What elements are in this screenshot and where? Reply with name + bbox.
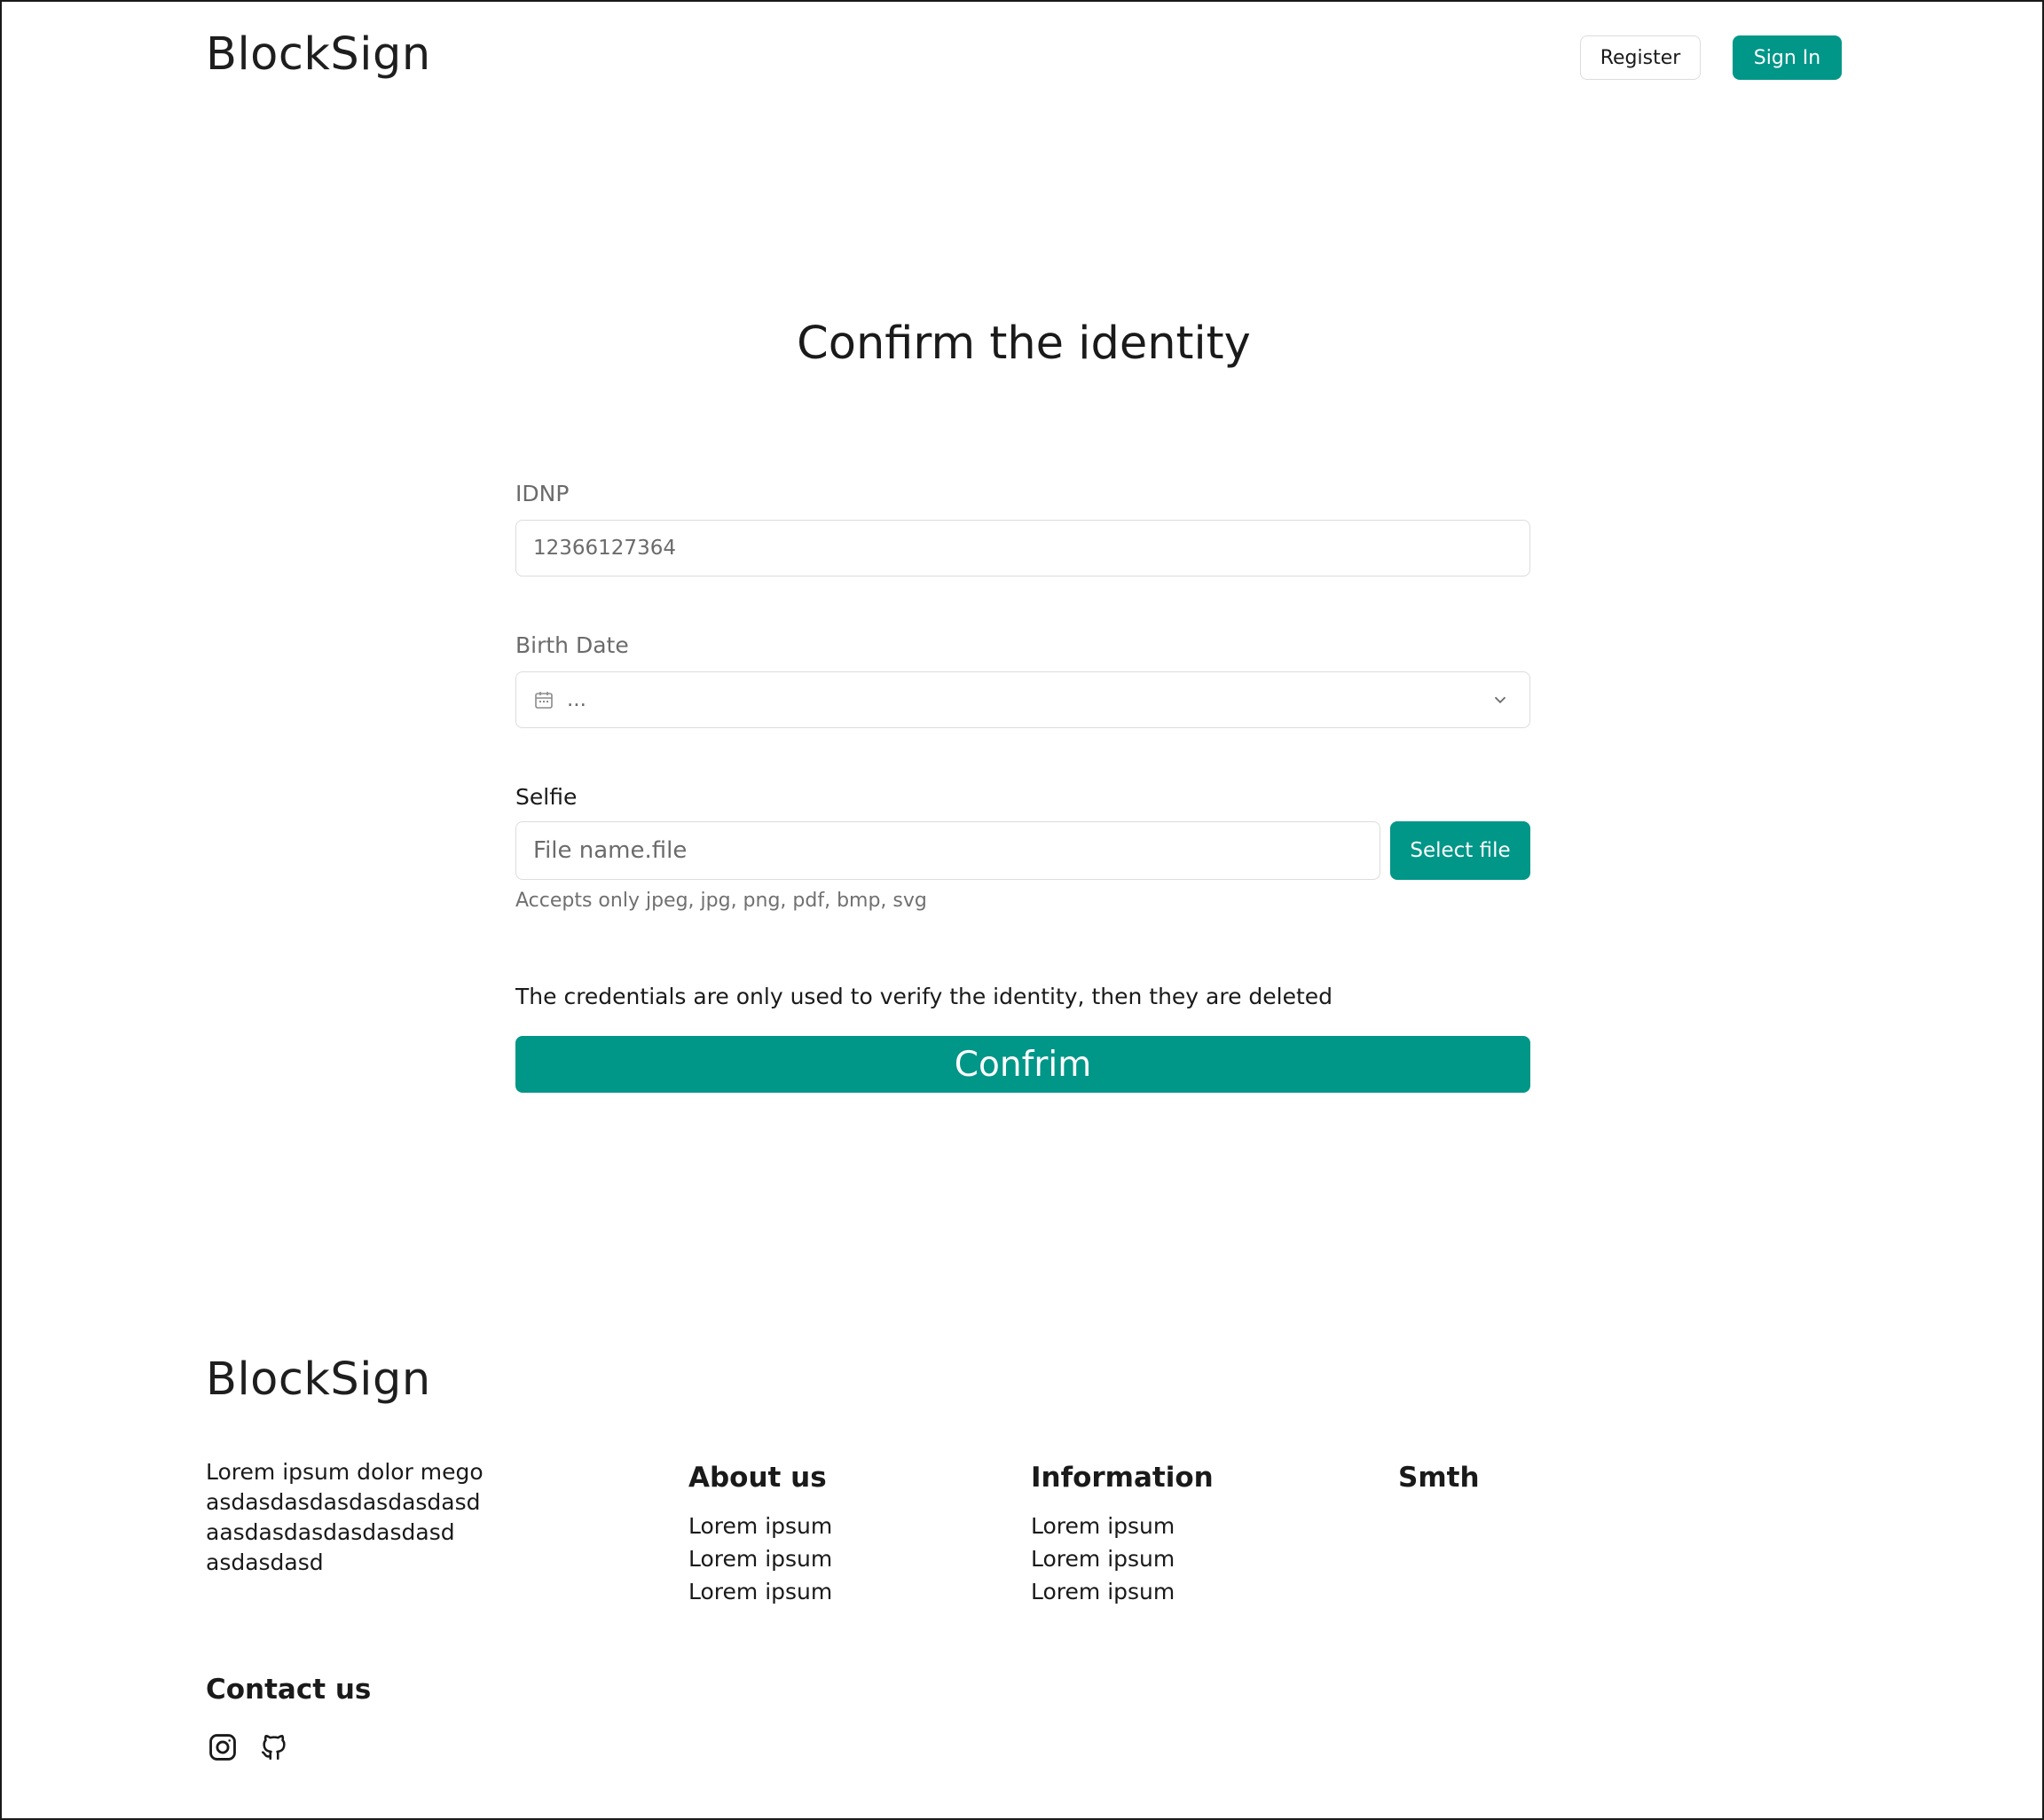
github-icon[interactable] [257,1730,291,1764]
footer-logo: BlockSign [206,1353,431,1406]
selfie-file-input[interactable]: File name.file [515,821,1380,880]
idnp-placeholder: 12366127364 [533,537,676,560]
footer-link[interactable]: Lorem ipsum [688,1510,832,1542]
footer-link[interactable]: Lorem ipsum [1031,1510,1214,1542]
footer-description-line: asdasdasd [206,1549,324,1575]
footer-heading-smth: Smth [1398,1462,1480,1494]
credentials-notice: The credentials are only used to verify … [515,984,1333,1009]
footer-link[interactable]: Lorem ipsum [1031,1542,1214,1575]
social-links [206,1730,291,1764]
footer-link[interactable]: Lorem ipsum [688,1542,832,1575]
footer-heading-about: About us [688,1462,827,1494]
footer-description: Lorem ipsum dolor mego asdasdasdasdasdas… [206,1457,483,1578]
footer-link[interactable]: Lorem ipsum [1031,1575,1214,1608]
select-file-button[interactable]: Select file [1390,821,1530,880]
chevron-down-icon[interactable] [1490,690,1510,710]
footer-description-line: Lorem ipsum dolor mego [206,1459,483,1485]
idnp-input[interactable]: 12366127364 [515,520,1530,577]
selfie-hint: Accepts only jpeg, jpg, png, pdf, bmp, s… [515,890,927,912]
footer-link[interactable]: Lorem ipsum [688,1575,832,1608]
footer-column-smth: Smth [1398,1462,1480,1494]
page-title: Confirm the identity [797,318,1251,370]
birth-date-value: ... [567,688,586,711]
selfie-label: Selfie [515,784,578,810]
footer-column-about: About us Lorem ipsum Lorem ipsum Lorem i… [688,1462,832,1608]
footer-column-information: Information Lorem ipsum Lorem ipsum Lore… [1031,1462,1214,1608]
register-button[interactable]: Register [1580,35,1701,80]
selfie-placeholder: File name.file [533,837,688,864]
signin-button[interactable]: Sign In [1733,35,1842,80]
header-logo[interactable]: BlockSign [206,28,431,81]
contact-heading: Contact us [206,1674,372,1706]
birth-date-label: Birth Date [515,632,629,658]
footer-description-line: asdasdasdasdasdasdasd [206,1489,481,1515]
confirm-button[interactable]: Confrim [515,1036,1530,1093]
instagram-icon[interactable] [206,1730,240,1764]
idnp-label: IDNP [515,481,570,506]
calendar-icon [533,689,554,710]
footer-description-line: aasdasdasdasdasdasd [206,1519,455,1545]
footer-heading-information: Information [1031,1462,1214,1494]
birth-date-picker[interactable]: ... [515,671,1530,728]
